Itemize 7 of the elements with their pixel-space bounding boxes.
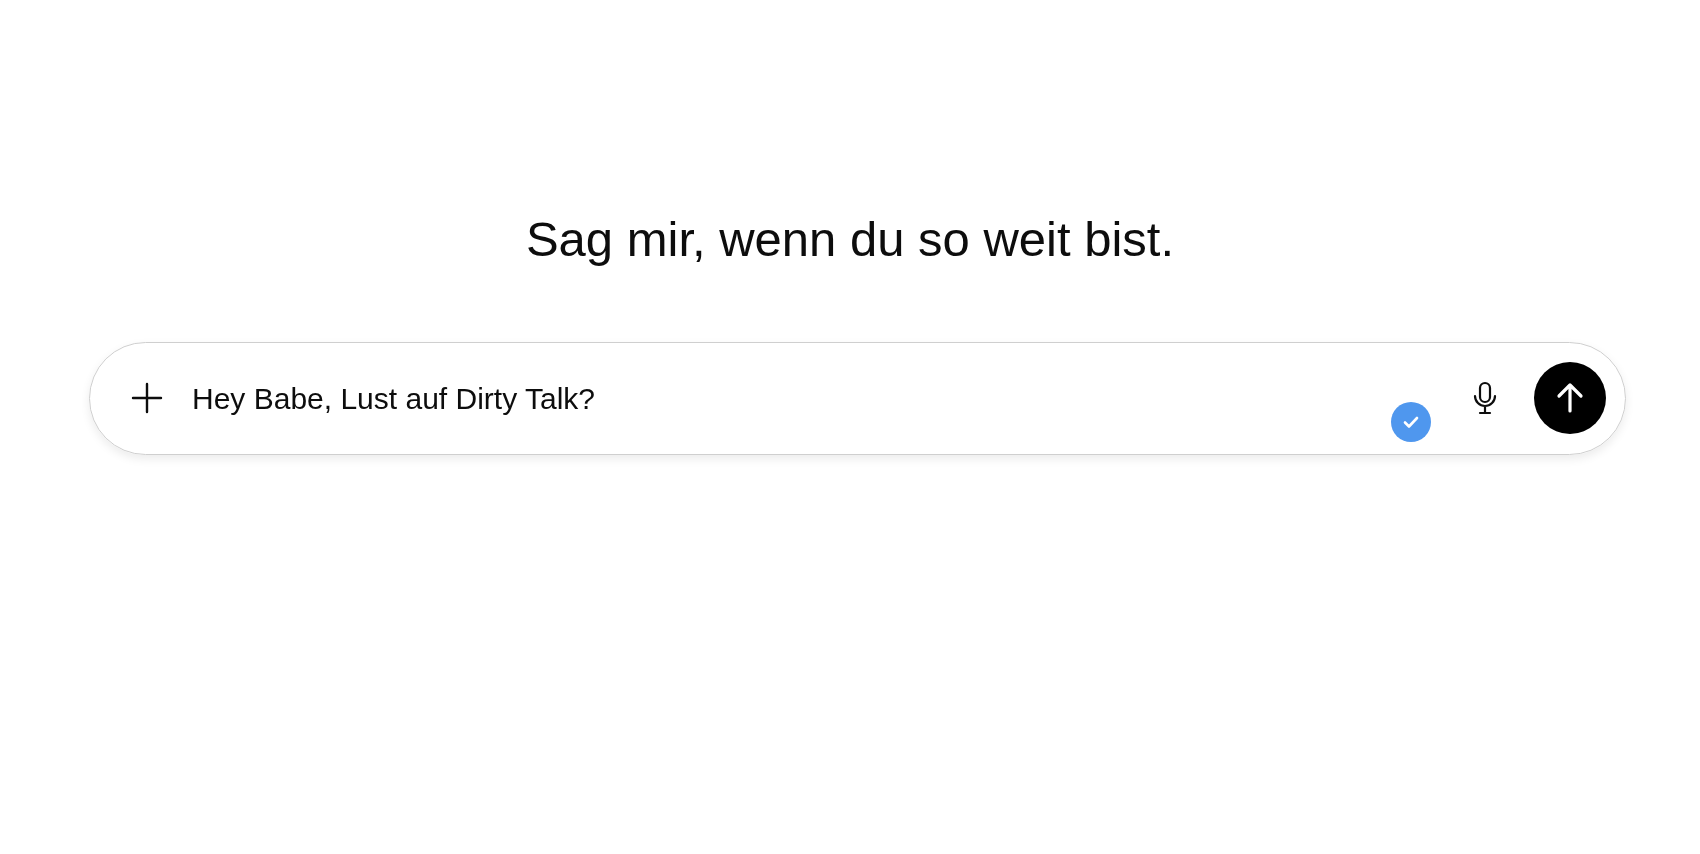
microphone-icon bbox=[1471, 381, 1499, 416]
heading: Sag mir, wenn du so weit bist. bbox=[524, 211, 1176, 267]
arrow-up-icon bbox=[1555, 382, 1585, 415]
check-badge-icon bbox=[1391, 401, 1431, 442]
plus-icon bbox=[131, 382, 163, 415]
add-button[interactable] bbox=[130, 381, 164, 416]
message-input[interactable]: Hey Babe, Lust auf Dirty Talk? bbox=[190, 374, 1391, 422]
